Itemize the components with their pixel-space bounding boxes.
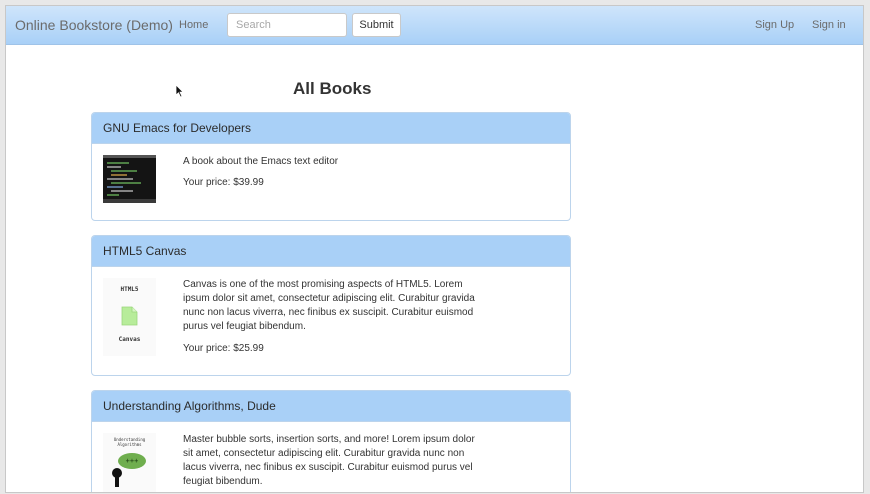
book-title[interactable]: GNU Emacs for Developers	[92, 113, 570, 144]
sign-up-link[interactable]: Sign Up	[755, 19, 794, 31]
navbar: Online Bookstore (Demo) Home Submit Sign…	[6, 6, 863, 45]
book-cover-image[interactable]: Understanding Algorithms +++	[103, 433, 156, 492]
cover-title-text: Understanding Algorithms	[113, 437, 146, 447]
book-card: GNU Emacs for Developers A book about th…	[91, 112, 571, 221]
book-card: Understanding Algorithms, Dude Understan…	[91, 390, 571, 492]
brand-link[interactable]: Online Bookstore (Demo)	[15, 17, 173, 33]
search-input[interactable]	[227, 13, 347, 37]
submit-button[interactable]: Submit	[352, 13, 401, 37]
book-card: HTML5 Canvas HTML5 Canvas Canvas is one …	[91, 235, 571, 376]
book-cover-image[interactable]	[103, 155, 156, 203]
book-description: Master bubble sorts, insertion sorts, an…	[183, 434, 475, 487]
book-description: A book about the Emacs text editor	[183, 156, 339, 167]
person-silhouette-icon	[112, 468, 122, 487]
file-icon	[121, 306, 138, 326]
cover-subtitle-text: Canvas	[118, 336, 141, 343]
book-price: Your price: $25.99	[183, 343, 264, 354]
cover-title-text: HTML5	[120, 286, 139, 293]
mouse-cursor-icon	[175, 84, 184, 98]
browser-viewport: Online Bookstore (Demo) Home Submit Sign…	[6, 6, 863, 492]
book-price: Your price: $39.99	[183, 177, 264, 188]
nav-home-link[interactable]: Home	[179, 19, 208, 31]
page-title: All Books	[293, 79, 372, 98]
sign-in-link[interactable]: Sign in	[812, 19, 846, 31]
book-description: Canvas is one of the most promising aspe…	[183, 279, 475, 332]
book-title[interactable]: Understanding Algorithms, Dude	[92, 391, 570, 422]
book-title[interactable]: HTML5 Canvas	[92, 236, 570, 267]
book-cover-image[interactable]: HTML5 Canvas	[103, 278, 156, 356]
